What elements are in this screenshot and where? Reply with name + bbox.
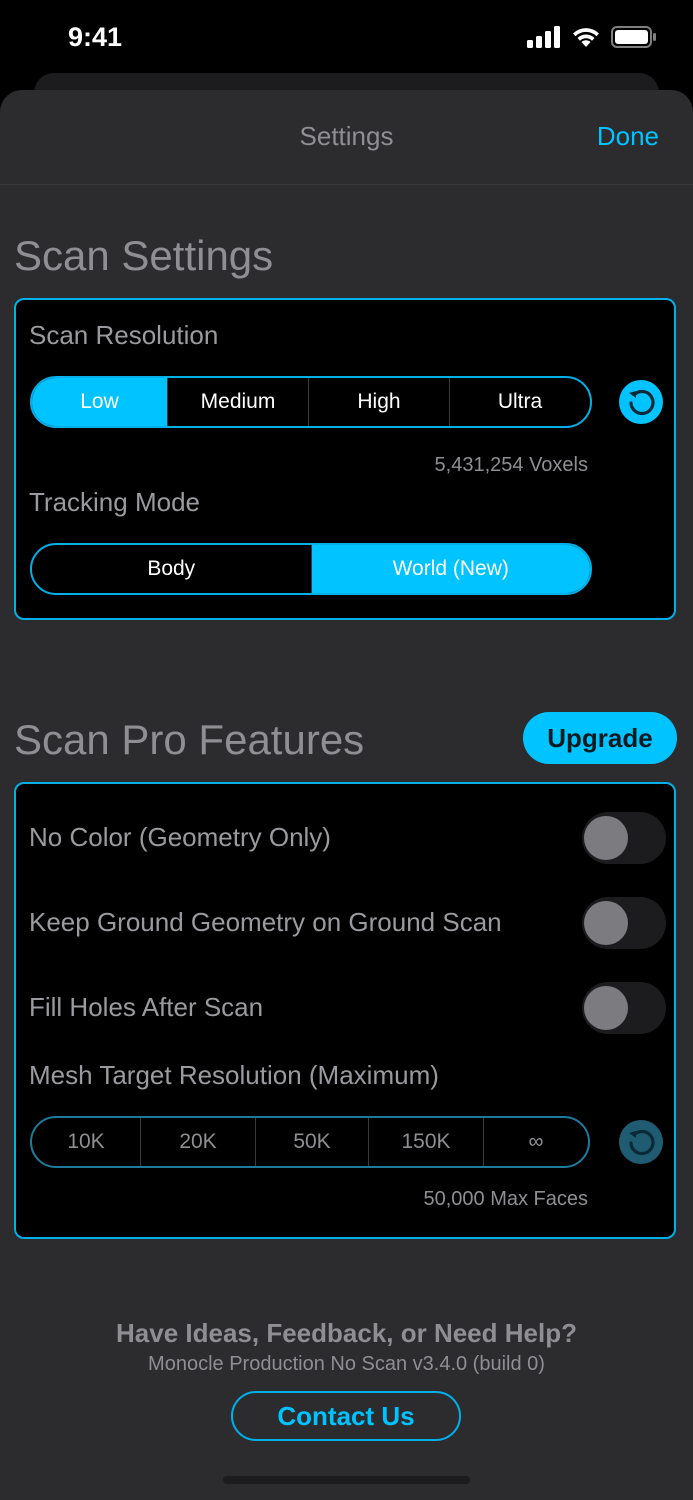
resolution-option-low[interactable]: Low [32,378,167,426]
resolution-option-ultra[interactable]: Ultra [449,378,590,426]
max-faces-note: 50,000 Max Faces [423,1188,588,1210]
fill-holes-label: Fill Holes After Scan [29,992,264,1022]
screen: 9:41 Settings Done Scan Settings Scan Re… [0,0,693,1500]
reset-icon [629,1129,655,1156]
resolution-option-high[interactable]: High [308,378,449,426]
help-title: Have Ideas, Feedback, or Need Help? [116,1318,577,1348]
reset-resolution-button[interactable] [619,380,663,424]
done-button[interactable]: Done [597,121,659,152]
cellular-signal-icon [527,26,560,48]
contact-us-button[interactable]: Contact Us [231,1391,461,1441]
toggle-knob [584,986,628,1030]
upgrade-button[interactable]: Upgrade [523,712,677,764]
mesh-resolution-segmented-control: 10K 20K 50K 150K ∞ [30,1116,590,1168]
scan-resolution-segmented-control: Low Medium High Ultra [30,376,592,428]
tracking-option-body[interactable]: Body [32,545,311,593]
mesh-option-50k[interactable]: 50K [255,1118,368,1166]
nav-title: Settings [299,121,394,151]
scan-settings-card: Scan Resolution Low Medium High Ultra 5,… [14,298,676,620]
reset-mesh-resolution-button[interactable] [619,1120,663,1164]
wifi-icon [573,28,599,47]
status-time: 9:41 [68,22,123,52]
home-indicator [223,1476,470,1484]
tracking-option-world[interactable]: World (New) [310,545,590,593]
tracking-mode-label: Tracking Mode [29,487,200,517]
fill-holes-toggle[interactable] [582,982,666,1034]
reset-icon [629,389,655,416]
status-bar: 9:41 [0,0,693,80]
pro-features-card: No Color (Geometry Only) Keep Ground Geo… [14,782,676,1239]
scan-settings-title: Scan Settings [14,232,274,279]
mesh-option-10k[interactable]: 10K [32,1118,140,1166]
app-version: Monocle Production No Scan v3.4.0 (build… [148,1353,545,1375]
resolution-option-medium[interactable]: Medium [167,378,308,426]
no-color-toggle[interactable] [582,812,666,864]
status-icons [527,26,657,48]
mesh-option-150k[interactable]: 150K [368,1118,483,1166]
toggle-knob [584,901,628,945]
toggle-knob [584,816,628,860]
no-color-label: No Color (Geometry Only) [29,822,331,852]
tracking-mode-segmented-control: Body World (New) [30,543,592,595]
keep-ground-geometry-toggle[interactable] [582,897,666,949]
keep-ground-geometry-label: Keep Ground Geometry on Ground Scan [29,907,502,937]
scan-resolution-label: Scan Resolution [29,320,219,350]
scan-pro-features-title: Scan Pro Features [14,716,365,763]
voxels-count: 5,431,254 Voxels [434,454,588,476]
mesh-option-20k[interactable]: 20K [140,1118,255,1166]
settings-sheet: Settings Done Scan Settings Scan Resolut… [0,90,693,1500]
battery-icon [611,26,656,48]
nav-bar: Settings Done [0,90,693,185]
mesh-target-resolution-label: Mesh Target Resolution (Maximum) [29,1060,439,1090]
mesh-option-infinite[interactable]: ∞ [483,1118,588,1166]
